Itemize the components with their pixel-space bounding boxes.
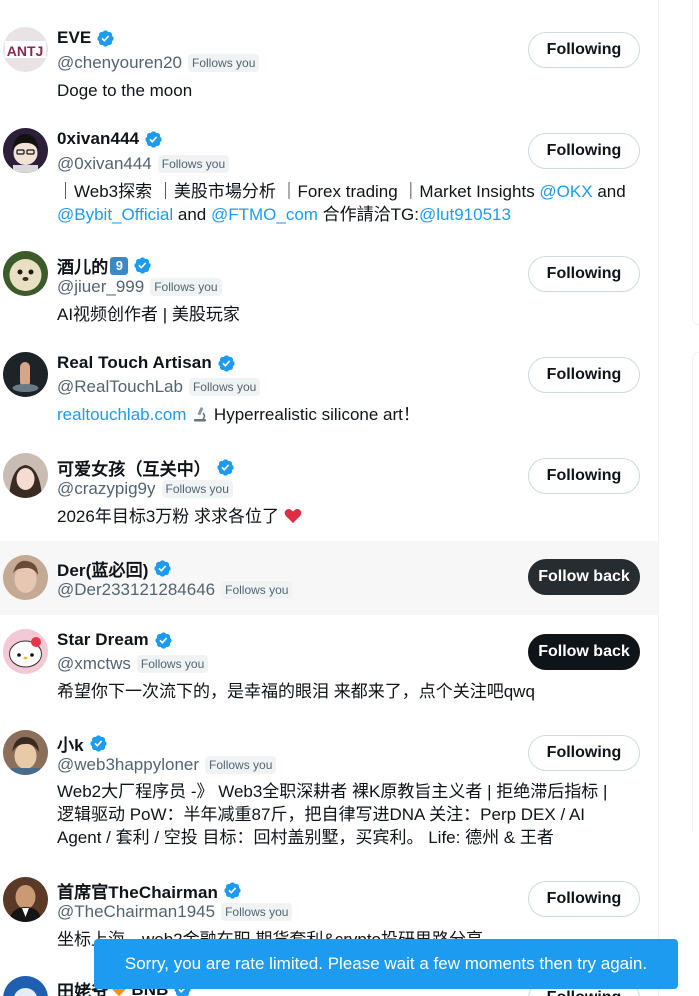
verified-badge-icon xyxy=(96,29,115,48)
verified-badge-icon xyxy=(153,559,172,578)
following-button[interactable]: Following xyxy=(528,133,640,169)
avatar[interactable] xyxy=(3,730,48,775)
follows-you-badge: Follows you xyxy=(136,655,209,673)
follows-you-badge: Follows you xyxy=(188,54,260,72)
user-name[interactable]: EVE xyxy=(57,28,91,48)
bio-mention-link[interactable]: @OKX xyxy=(539,182,592,201)
follows-you-badge: Follows you xyxy=(150,278,222,296)
bio-line: 逻辑驱动 PoW：半年减重87斤，把自律写进DNA 关注：Perp DEX / … xyxy=(57,805,586,824)
user-bio: Doge to the moon xyxy=(57,81,193,100)
avatar[interactable] xyxy=(3,629,48,674)
user-name[interactable]: 0xivan444 xyxy=(57,129,139,149)
avatar[interactable] xyxy=(3,128,48,173)
user-bio: AI视频创作者 | 美股玩家 xyxy=(57,305,240,324)
user-row[interactable]: Der(蓝必回) @Der233121284646 Follows you Fo… xyxy=(0,541,658,615)
rate-limit-toast: Sorry, you are rate limited. Please wait… xyxy=(94,939,678,989)
red-heart-icon xyxy=(284,507,302,524)
following-button[interactable]: Following xyxy=(528,256,640,292)
avatar[interactable] xyxy=(3,251,48,296)
user-row[interactable]: 小k @web3happyloner Follows you Web2大厂程序员… xyxy=(0,715,658,865)
follows-you-badge: Follows you xyxy=(221,903,293,921)
user-name[interactable]: Star Dream xyxy=(57,630,149,650)
avatar[interactable]: ANTJ xyxy=(3,27,48,72)
avatar[interactable] xyxy=(3,555,48,600)
keycap-nine-icon: 9 xyxy=(110,256,129,275)
user-row[interactable]: ANTJ EVE @chenyouren20 Follows you Doge … xyxy=(0,12,658,112)
avatar[interactable] xyxy=(3,976,48,996)
follow-back-button[interactable]: Follow back xyxy=(528,559,640,595)
bio-website-link[interactable]: realtouchlab.com xyxy=(57,405,186,424)
user-bio: ｜Web3探索 ｜美股市場分析 ｜Forex trading ｜Market I… xyxy=(57,182,626,224)
user-bio: 希望你下一次流下的，是幸福的眼泪 来都来了，点个关注吧qwq xyxy=(57,682,535,701)
user-handle[interactable]: @chenyouren20 xyxy=(57,53,182,73)
follows-you-badge: Follows you xyxy=(205,756,277,774)
verified-badge-icon xyxy=(217,354,236,373)
following-button[interactable]: Following xyxy=(528,357,640,393)
verified-badge-icon xyxy=(89,734,108,753)
svg-text:ANTJ: ANTJ xyxy=(7,43,44,59)
user-bio: Web2大厂程序员 -》 Web3全职深耕者 裸K原教旨主义者 | 拒绝滞后指标… xyxy=(57,780,647,849)
microscope-icon xyxy=(191,405,209,423)
user-name[interactable]: 首席官TheChairman xyxy=(57,878,218,903)
bio-mention-link[interactable]: @FTMO_com xyxy=(211,205,318,224)
following-button[interactable]: Following xyxy=(528,881,640,917)
user-handle[interactable]: @RealTouchLab xyxy=(57,377,183,397)
user-name[interactable]: 可爱女孩（互关中） xyxy=(57,455,211,480)
user-row[interactable]: 0xivan444 @0xivan444 Follows you ｜Web3探索… xyxy=(0,112,658,236)
user-bio: realtouchlab.com Hyperrealistic silicone… xyxy=(57,405,420,424)
bio-mention-link[interactable]: @lut910513 xyxy=(419,205,511,224)
user-name[interactable]: 酒儿的 xyxy=(57,253,108,278)
following-button[interactable]: Following xyxy=(528,458,640,494)
user-row[interactable]: 酒儿的 9 @jiuer_999 Follows you AI视频创作者 | 美… xyxy=(0,236,658,336)
user-handle[interactable]: @jiuer_999 xyxy=(57,277,144,297)
user-row[interactable]: Star Dream @xmctws Follows you 希望你下一次流下的… xyxy=(0,615,658,715)
verified-badge-icon xyxy=(154,631,173,650)
user-name[interactable]: Real Touch Artisan xyxy=(57,353,212,373)
sidebar-panel-edge xyxy=(692,352,699,832)
follows-you-badge: Follows you xyxy=(221,581,293,599)
user-name[interactable]: 小k xyxy=(57,731,84,756)
follow-back-button[interactable]: Follow back xyxy=(528,634,640,670)
bio-mention-link[interactable]: @Bybit_Official xyxy=(57,205,173,224)
user-handle[interactable]: @xmctws xyxy=(57,654,131,674)
bio-line: Web2大厂程序员 -》 Web3全职深耕者 裸K原教旨主义者 | 拒绝滞后指标… xyxy=(57,782,608,801)
user-handle[interactable]: @web3happyloner xyxy=(57,755,199,775)
sidebar-panel-edge xyxy=(692,0,699,325)
follows-you-badge: Follows you xyxy=(157,155,230,173)
user-handle[interactable]: @TheChairman1945 xyxy=(57,902,215,922)
avatar[interactable] xyxy=(3,877,48,922)
user-handle[interactable]: @crazypig9y xyxy=(57,479,156,499)
column-divider xyxy=(658,0,659,996)
user-row[interactable]: Real Touch Artisan @RealTouchLab Follows… xyxy=(0,336,658,436)
user-handle[interactable]: @0xivan444 xyxy=(57,154,152,174)
user-name[interactable]: Der(蓝必回) xyxy=(57,556,148,581)
following-button[interactable]: Following xyxy=(528,735,640,771)
following-button[interactable]: Following xyxy=(528,32,640,68)
avatar[interactable] xyxy=(3,352,48,397)
follows-you-badge: Follows you xyxy=(161,480,233,498)
follows-you-badge: Follows you xyxy=(188,378,261,396)
avatar[interactable] xyxy=(3,453,48,498)
user-row[interactable]: 可爱女孩（互关中） @crazypig9y Follows you 2026年目… xyxy=(0,436,658,541)
following-list: ANTJ EVE @chenyouren20 Follows you Doge … xyxy=(0,0,658,996)
bio-line: Agent / 套利 / 空投 目标：回村盖别墅，买宾利。 Life: 德州 &… xyxy=(57,828,554,847)
user-bio: 2026年目标3万粉 求求各位了 xyxy=(57,505,647,528)
verified-badge-icon xyxy=(216,458,235,477)
verified-badge-icon xyxy=(133,256,152,275)
user-handle[interactable]: @Der233121284646 xyxy=(57,580,215,600)
verified-badge-icon xyxy=(223,881,242,900)
verified-badge-icon xyxy=(144,130,163,149)
